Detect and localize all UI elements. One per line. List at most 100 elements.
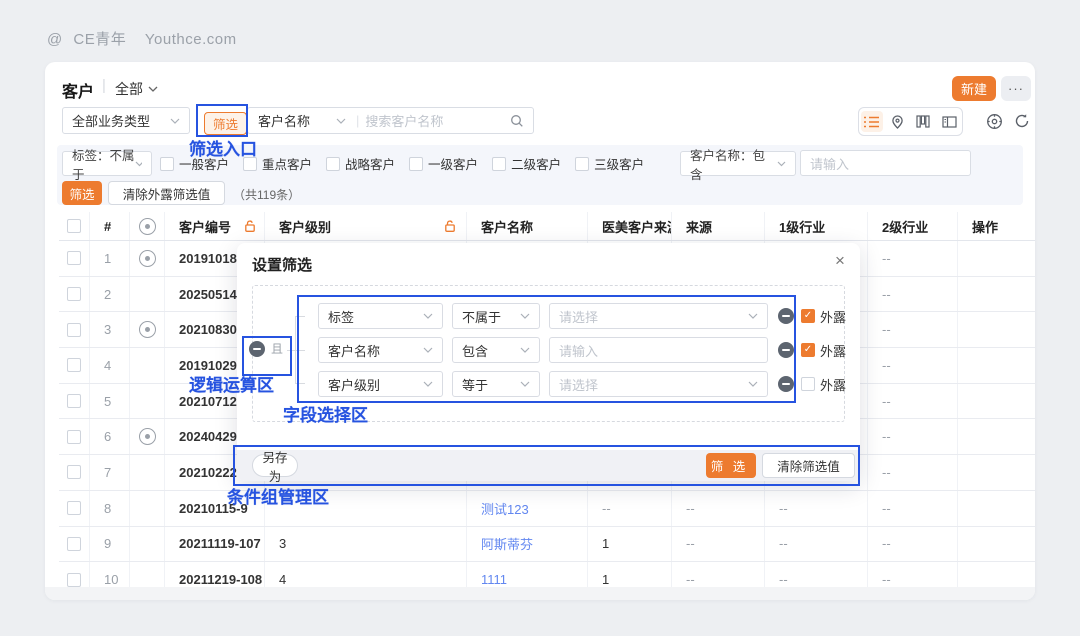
beauty-source: -- [588,491,672,526]
remove-condition-icon[interactable] [778,308,794,324]
row-checkbox[interactable] [67,501,81,515]
field-select[interactable]: 客户名称 [318,337,443,363]
row-focus-cell [130,455,165,490]
tag-checkbox-item[interactable]: 一级客户 [409,154,478,173]
checkbox-icon[interactable] [326,157,340,171]
row-checkbox[interactable] [67,394,81,408]
remove-condition-icon[interactable] [778,376,794,392]
search-combo[interactable]: 客户名称 | 搜索客户名称 [247,107,534,134]
row-index: 5 [90,384,130,419]
action-cell [958,241,1035,276]
row-checkbox[interactable] [67,465,81,479]
tag-checkbox-item[interactable]: 重点客户 [243,154,312,173]
checkbox-icon[interactable] [492,157,506,171]
more-button[interactable]: ··· [1001,76,1031,101]
list-view-icon[interactable] [861,111,883,132]
title-divider: | [102,77,106,94]
tag-filter-select[interactable]: 标签：不属于 [62,151,152,176]
row-checkbox[interactable] [67,430,81,444]
chevron-down-icon [423,313,433,319]
action-cell [958,419,1035,454]
value-select[interactable]: 请选择 [549,371,768,397]
focus-icon[interactable] [139,428,156,445]
refresh-icon[interactable] [1011,110,1033,132]
business-type-select[interactable]: 全部业务类型 [62,107,190,134]
row-checkbox-cell [59,491,90,526]
logic-operator-control[interactable]: 且 [249,340,283,357]
modal-filter-button[interactable]: 筛 选 [706,453,756,478]
remove-condition-icon[interactable] [778,342,794,358]
row-checkbox[interactable] [67,537,81,551]
modal-clear-button[interactable]: 清除筛选值 [762,453,855,478]
checkbox-icon[interactable] [409,157,423,171]
focus-icon[interactable] [139,321,156,338]
exposed-checkbox-0[interactable]: ✓ [801,309,815,323]
row-checkbox[interactable] [67,358,81,372]
site-watermark: @ CE青年 Youthce.com [47,28,237,49]
quick-filter-strip: 标签：不属于 一般客户重点客户战略客户一级客户二级客户三级客户 客户名称：包含 … [57,145,1023,205]
search-icon[interactable] [510,114,524,128]
row-checkbox[interactable] [67,573,81,587]
field-select[interactable]: 标签 [318,303,443,329]
field-select[interactable]: 客户级别 [318,371,443,397]
split-view-icon[interactable] [938,111,960,132]
table-header-row: # 客户编号 客户级别 客户名称 医美客户来源 来源 1级行业 2级行业 操作 [59,212,1035,241]
search-field-value: 客户名称 [258,111,310,130]
modal-title: 设置筛选 [252,254,312,275]
focus-icon[interactable] [139,250,156,267]
chevron-down-icon [748,313,758,319]
exposed-checkbox-2[interactable] [801,377,815,391]
settings-icon[interactable] [983,110,1005,132]
operator-select[interactable]: 等于 [452,371,540,397]
industry2: -- [868,527,958,562]
kanban-view-icon[interactable] [912,111,934,132]
quick-filter-button[interactable]: 筛选 [62,181,102,205]
row-focus-cell [130,384,165,419]
checkbox-icon[interactable] [575,157,589,171]
chevron-down-icon [336,118,346,124]
chevron-down-icon [148,86,158,92]
filter-entry-button[interactable]: 筛选 [204,112,247,135]
tree-connector [295,350,305,351]
operator-select[interactable]: 包含 [452,337,540,363]
row-checkbox[interactable] [67,323,81,337]
value-select[interactable]: 请选择 [549,303,768,329]
checkbox-icon[interactable] [243,157,257,171]
search-field-select[interactable]: 客户名称 [248,111,354,130]
brand-name: CE青年 [73,31,126,48]
checkbox-label: 三级客户 [594,154,644,173]
customer-name-link[interactable]: 测试123 [467,491,588,526]
chevron-down-icon [748,381,758,387]
row-checkbox[interactable] [67,287,81,301]
operator-select[interactable]: 不属于 [452,303,540,329]
checkbox-label: 战略客户 [345,154,395,173]
customer-code[interactable]: 20210115-9 [165,491,265,526]
value-input[interactable]: 请输入 [549,337,768,363]
tag-checkbox-item[interactable]: 战略客户 [326,154,395,173]
exposed-checkbox-1[interactable]: ✓ [801,343,815,357]
new-button[interactable]: 新建 [952,76,996,101]
search-input[interactable]: 搜索客户名称 [365,111,510,130]
industry2: -- [868,384,958,419]
checkbox-icon[interactable] [160,157,174,171]
remove-group-icon[interactable] [249,341,265,357]
checkbox-label: 重点客户 [262,154,312,173]
save-as-button[interactable]: 另存为 [252,454,298,477]
map-view-icon[interactable] [887,111,909,132]
row-checkbox[interactable] [67,251,81,265]
row-index: 4 [90,348,130,383]
name-filter-input[interactable]: 请输入 [800,150,971,176]
brand-site: Youthce.com [145,31,237,48]
clear-exposed-button[interactable]: 清除外露筛选值 [108,181,225,205]
tag-checkbox-item[interactable]: 一般客户 [160,154,229,173]
tag-checkbox-item[interactable]: 二级客户 [492,154,561,173]
customer-code[interactable]: 20211119-107 [165,527,265,562]
chevron-down-icon [777,161,786,167]
tag-checkbox-item[interactable]: 三级客户 [575,154,644,173]
name-filter-select[interactable]: 客户名称：包含 [680,151,796,176]
scope-select[interactable]: 全部 [115,79,158,99]
row-index: 6 [90,419,130,454]
customer-name-link[interactable]: 阿斯蒂芬 [467,527,588,562]
close-icon[interactable]: × [830,251,850,271]
select-all-checkbox[interactable] [67,219,81,233]
